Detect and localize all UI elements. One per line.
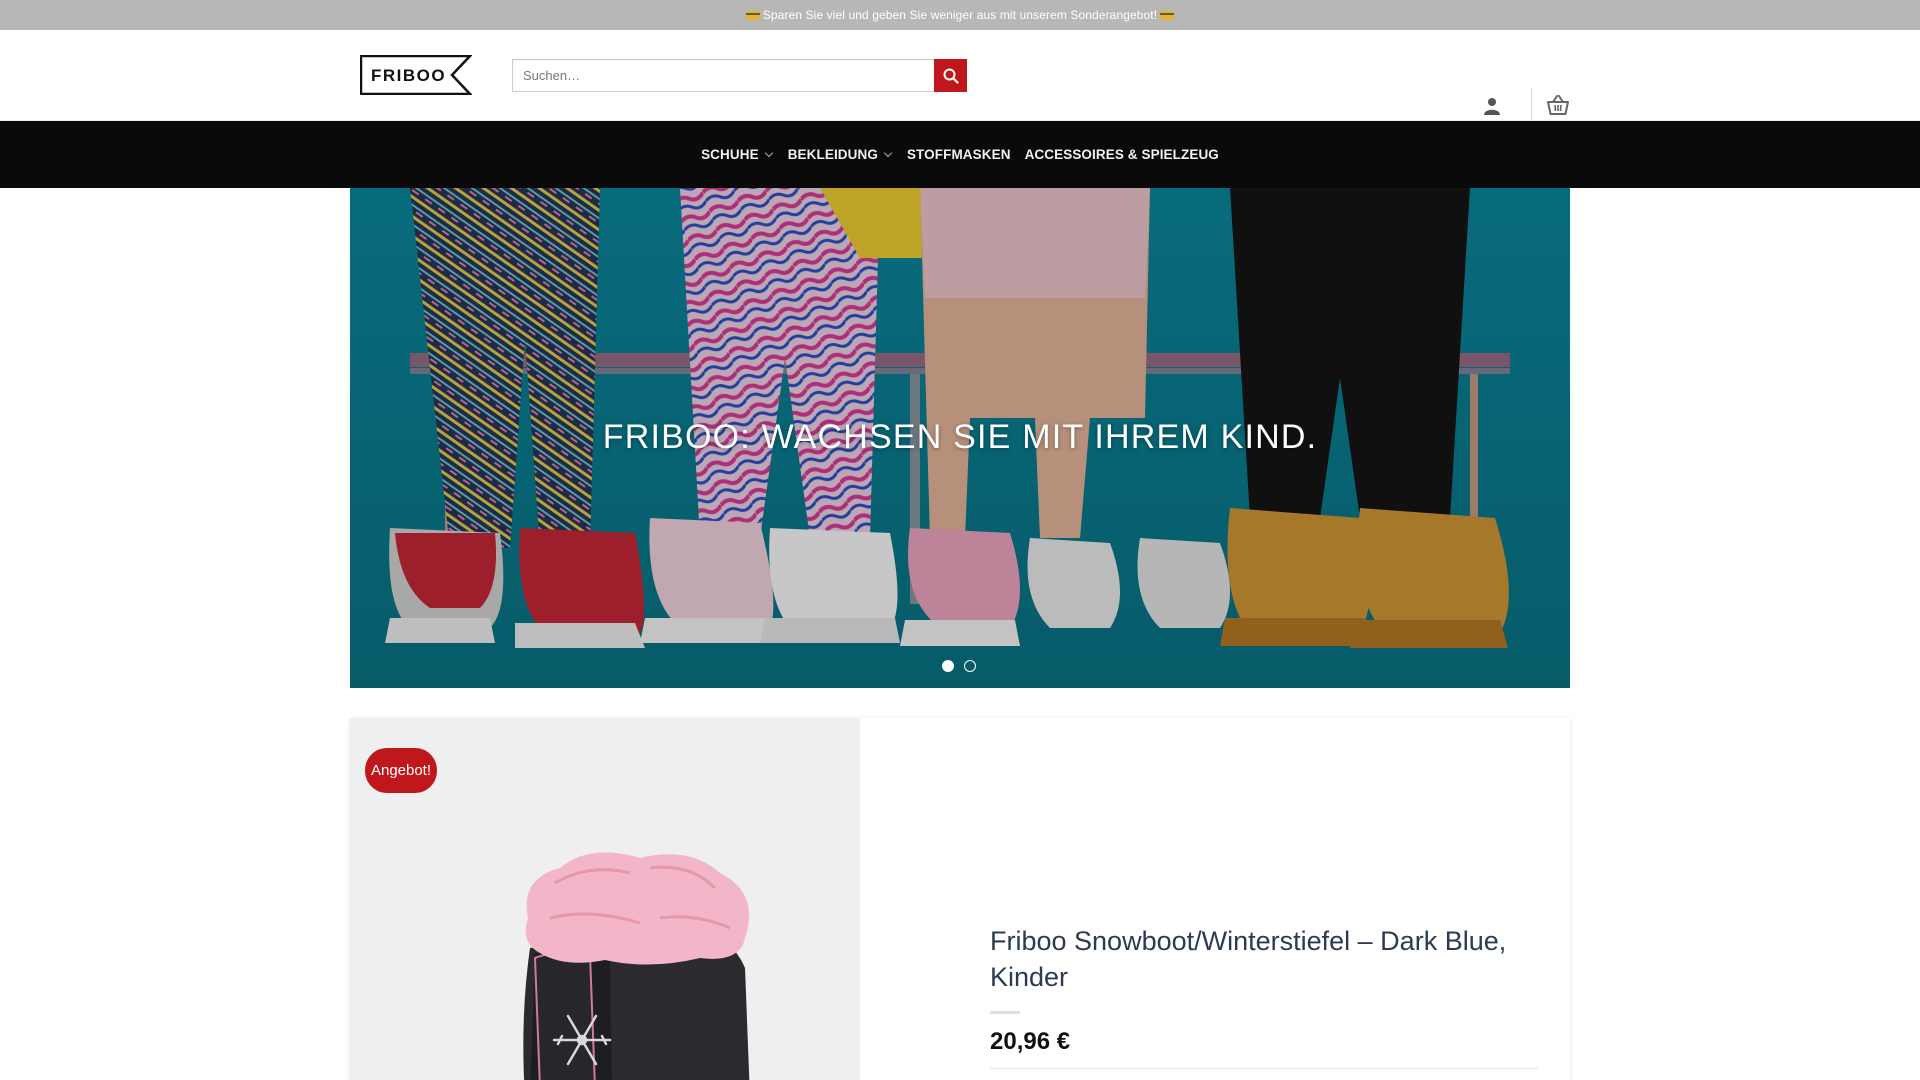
chevron-down-icon [883, 148, 893, 157]
nav-item-stoffmasken[interactable]: STOFFMASKEN [907, 147, 1011, 162]
cart-button[interactable] [1545, 93, 1571, 117]
slider-dot-1[interactable] [942, 660, 954, 672]
nav-item-label: SCHUHE [701, 147, 759, 162]
nav-item-schuhe[interactable]: SCHUHE [701, 147, 774, 162]
promo-bar: Sparen Sie viel und geben Sie weniger au… [0, 0, 1920, 30]
basket-icon [1547, 95, 1569, 115]
sale-badge: Angebot! [365, 748, 437, 793]
hero-title: FRIBOO: WACHSEN SIE MIT IHREM KIND. [602, 418, 1318, 456]
friboo-logo[interactable]: FRIBOO [359, 54, 473, 96]
header-divider [1531, 88, 1532, 124]
search-icon [943, 68, 959, 84]
user-icon [1484, 98, 1500, 115]
nav-item-accessoires[interactable]: ACCESSOIRES & SPIELZEUG [1025, 147, 1219, 162]
account-button[interactable] [1480, 94, 1504, 118]
nav-item-bekleidung[interactable]: BEKLEIDUNG [788, 147, 893, 162]
hero-slider[interactable]: FRIBOO: WACHSEN SIE MIT IHREM KIND. [350, 188, 1570, 688]
title-divider [990, 1011, 1020, 1014]
nav-item-label: ACCESSOIRES & SPIELZEUG [1024, 147, 1219, 162]
price-divider [990, 1068, 1538, 1069]
main-nav: SCHUHE BEKLEIDUNG STOFFMASKEN ACCESSOIRE… [0, 121, 1920, 188]
credit-card-icon [1160, 10, 1175, 20]
nav-item-label: STOFFMASKEN [906, 147, 1011, 162]
product-title: Friboo Snowboot/Winterstiefel – Dark Blu… [990, 926, 1507, 992]
search-button[interactable] [934, 59, 967, 92]
product-info: Friboo Snowboot/Winterstiefel – Dark Blu… [990, 923, 1550, 1069]
site-header: FRIBOO [0, 30, 1920, 124]
product-card: Angebot! Friboo Snowboot/Winterstiefel –… [350, 718, 1570, 1080]
logo-text: FRIBOO [371, 66, 446, 85]
promo-text: Sparen Sie viel und geben Sie weniger au… [762, 8, 1158, 22]
product-price: 20,96 € [990, 1028, 1071, 1055]
chevron-down-icon [764, 148, 773, 157]
slider-dots [942, 660, 976, 672]
product-image[interactable]: Angebot! [350, 718, 860, 1080]
credit-card-icon [745, 10, 760, 20]
slider-dot-2[interactable] [964, 660, 976, 672]
search-form [512, 59, 967, 92]
nav-item-label: BEKLEIDUNG [787, 147, 878, 162]
search-input[interactable] [512, 59, 934, 92]
